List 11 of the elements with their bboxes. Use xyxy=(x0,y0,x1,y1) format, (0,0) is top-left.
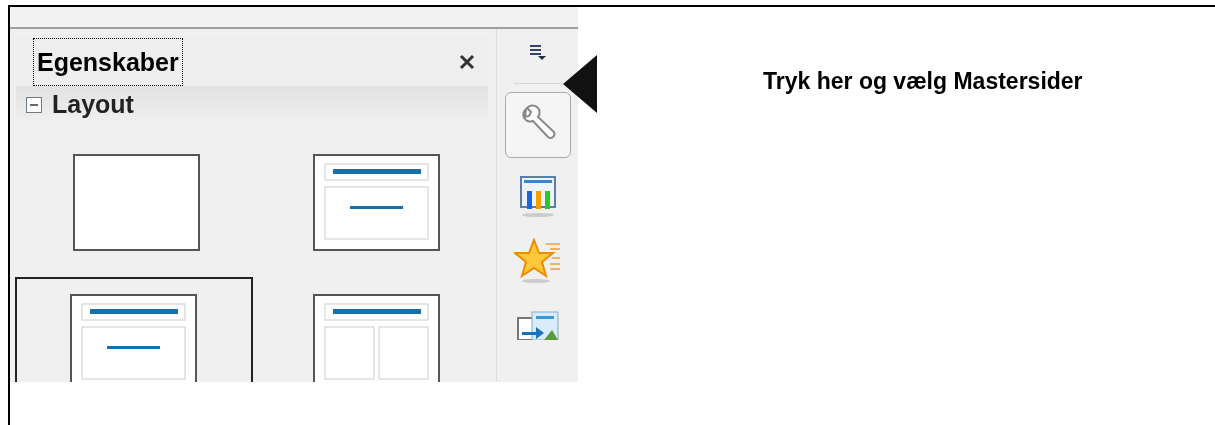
section-title: Layout xyxy=(52,89,134,120)
menu-icon[interactable] xyxy=(527,43,548,61)
close-icon[interactable] xyxy=(458,53,476,71)
slide-transition-icon xyxy=(515,310,560,340)
deck-tab[interactable] xyxy=(504,92,571,158)
layout-option[interactable] xyxy=(14,276,253,382)
pointer-arrow xyxy=(563,55,597,113)
star-icon xyxy=(513,238,562,284)
annotation-text: Tryk her og vælg Mastersider xyxy=(763,67,1083,96)
slide-pencils-icon xyxy=(517,175,558,219)
collapse-icon[interactable] xyxy=(26,96,42,113)
